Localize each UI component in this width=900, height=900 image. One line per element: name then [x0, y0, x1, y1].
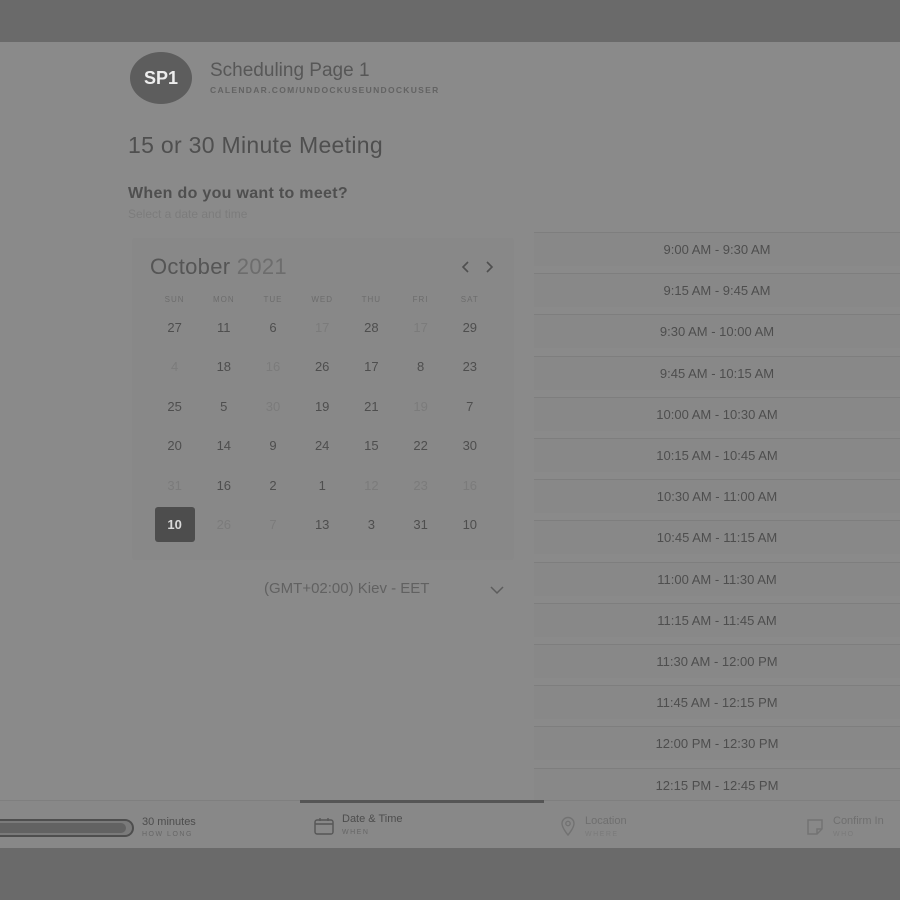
calendar-day: 23 — [413, 477, 428, 493]
calendar-day[interactable]: 30 — [450, 428, 490, 463]
time-slot-button[interactable]: 11:15 AM - 11:45 AM — [534, 602, 900, 637]
weekday-label: MON — [212, 295, 235, 304]
calendar-day: 26 — [216, 517, 232, 532]
avatar: SP1 — [130, 52, 192, 104]
time-slot-button[interactable]: 11:00 AM - 11:30 AM — [534, 561, 900, 596]
scheduling-page-url[interactable]: CALENDAR.COM/UNDOCKUSEUNDOCKUSER — [210, 85, 440, 95]
calendar-day[interactable]: 21 — [351, 389, 391, 424]
select-hint: Select a date and time — [128, 207, 248, 221]
active-step-indicator — [300, 800, 544, 803]
duration-progress-bar — [0, 819, 134, 837]
chevron-down-icon — [490, 586, 504, 595]
calendar-day[interactable]: 28 — [351, 310, 391, 345]
step-duration-sub: HOW LONG — [142, 831, 193, 838]
calendar-day[interactable]: 25 — [155, 389, 195, 424]
calendar-day[interactable]: 11 — [204, 310, 244, 345]
step-confirm-sub: WHO — [833, 831, 855, 838]
time-slot-button[interactable]: 11:30 AM - 12:00 PM — [534, 644, 900, 678]
calendar-day: 31 — [167, 477, 182, 493]
calendar-day-selected[interactable]: 10 — [154, 507, 195, 542]
time-slot-button[interactable]: 9:30 AM - 10:00 AM — [534, 314, 900, 349]
timezone-select[interactable]: (GMT+02:00) Kiev - EET — [264, 580, 429, 597]
timezone-dropdown-toggle[interactable] — [490, 583, 504, 598]
weekday-label: SUN — [164, 295, 185, 304]
when-question: When do you want to meet? — [128, 185, 348, 202]
calendar-day[interactable]: 19 — [302, 389, 342, 424]
calendar-day: 16 — [265, 359, 281, 375]
booking-steps-bar: 30 minutes HOW LONG Date & Time WHEN Loc… — [0, 800, 900, 848]
time-slot-button[interactable]: 10:30 AM - 11:00 AM — [534, 479, 900, 514]
location-pin-icon — [560, 816, 576, 840]
calendar-day: 4 — [170, 359, 179, 375]
calendar-day[interactable]: 5 — [204, 389, 244, 424]
calendar-day[interactable]: 24 — [302, 428, 342, 463]
calendar-day[interactable]: 22 — [401, 428, 441, 463]
calendar-day: 30 — [265, 398, 281, 414]
time-slot-button[interactable]: 9:15 AM - 9:45 AM — [534, 273, 900, 308]
calendar-day[interactable]: 3 — [351, 507, 391, 542]
time-slot-button[interactable]: 12:00 PM - 12:30 PM — [534, 726, 900, 761]
time-slot-button[interactable]: 11:45 AM - 12:15 PM — [534, 685, 900, 720]
next-month-button[interactable] — [482, 260, 496, 274]
weekday-label: WED — [311, 295, 333, 304]
time-slot-button[interactable]: 10:45 AM - 11:15 AM — [534, 520, 900, 555]
calendar-day[interactable]: 16 — [204, 468, 244, 503]
weekday-label: FRI — [412, 295, 429, 304]
chevron-right-icon — [486, 261, 494, 273]
calendar-day[interactable]: 9 — [253, 428, 293, 463]
calendar-icon — [314, 817, 334, 839]
calendar-day: 17 — [413, 320, 428, 335]
calendar-day[interactable]: 18 — [204, 349, 244, 384]
calendar-day[interactable]: 7 — [450, 389, 490, 424]
calendar-day[interactable]: 2 — [253, 468, 293, 503]
calendar-day: 17 — [314, 320, 330, 335]
year-label: 2021 — [236, 254, 287, 279]
step-location-title[interactable]: Location — [585, 815, 627, 827]
calendar-day[interactable]: 1 — [302, 468, 342, 503]
calendar-day[interactable]: 27 — [155, 310, 195, 345]
calendar-day[interactable]: 13 — [302, 507, 342, 542]
calendar-day[interactable]: 6 — [253, 310, 293, 345]
calendar-day[interactable]: 15 — [351, 428, 391, 463]
calendar-day[interactable]: 17 — [351, 349, 391, 384]
month-label: October — [150, 254, 231, 279]
weekday-label: THU — [361, 295, 382, 304]
scheduling-page: SP1 Scheduling Page 1 CALENDAR.COM/UNDOC… — [0, 42, 900, 848]
calendar-day[interactable]: 8 — [401, 349, 441, 384]
month-year-label: October 2021 — [150, 254, 287, 280]
step-datetime-title[interactable]: Date & Time — [342, 813, 403, 825]
calendar-day: 16 — [462, 477, 478, 493]
weekday-header: SUN MON TUE WED THU FRI SAT — [150, 295, 494, 304]
time-slot-button[interactable]: 9:00 AM - 9:30 AM — [534, 232, 900, 266]
calendar-day: 12 — [364, 477, 379, 493]
step-confirm-title[interactable]: Confirm In — [833, 815, 884, 827]
chevron-left-icon — [461, 261, 469, 273]
scheduling-page-title: Scheduling Page 1 — [210, 60, 370, 81]
calendar-day[interactable]: 26 — [302, 349, 342, 384]
progress-fill — [0, 823, 126, 833]
calendar-day: 19 — [413, 398, 428, 414]
step-datetime-sub: WHEN — [342, 829, 370, 836]
calendar-day[interactable]: 23 — [450, 349, 490, 384]
time-slot-button[interactable]: 10:00 AM - 10:30 AM — [534, 396, 900, 431]
date-picker-calendar: October 2021 SUN MON TUE WED THU FRI SAT 27 11 6… — [132, 238, 514, 560]
weekday-label: SAT — [460, 295, 479, 304]
meeting-title: 15 or 30 Minute Meeting — [128, 132, 383, 158]
calendar-day[interactable]: 29 — [450, 310, 490, 345]
step-duration-title[interactable]: 30 minutes — [142, 816, 196, 828]
step-location-sub: WHERE — [585, 831, 619, 838]
calendar-day[interactable]: 14 — [204, 428, 244, 463]
weekday-label: TUE — [263, 295, 283, 304]
calendar-day[interactable]: 31 — [401, 507, 441, 542]
calendar-day: 7 — [269, 517, 277, 532]
calendar-day[interactable]: 20 — [155, 428, 195, 463]
calendar-day[interactable]: 10 — [450, 507, 490, 542]
time-slot-button[interactable]: 9:45 AM - 10:15 AM — [534, 355, 900, 390]
time-slot-button[interactable]: 10:15 AM - 10:45 AM — [534, 438, 900, 472]
note-icon — [806, 818, 824, 840]
previous-month-button[interactable] — [459, 260, 473, 274]
time-slot-button[interactable]: 12:15 PM - 12:45 PM — [534, 767, 900, 802]
